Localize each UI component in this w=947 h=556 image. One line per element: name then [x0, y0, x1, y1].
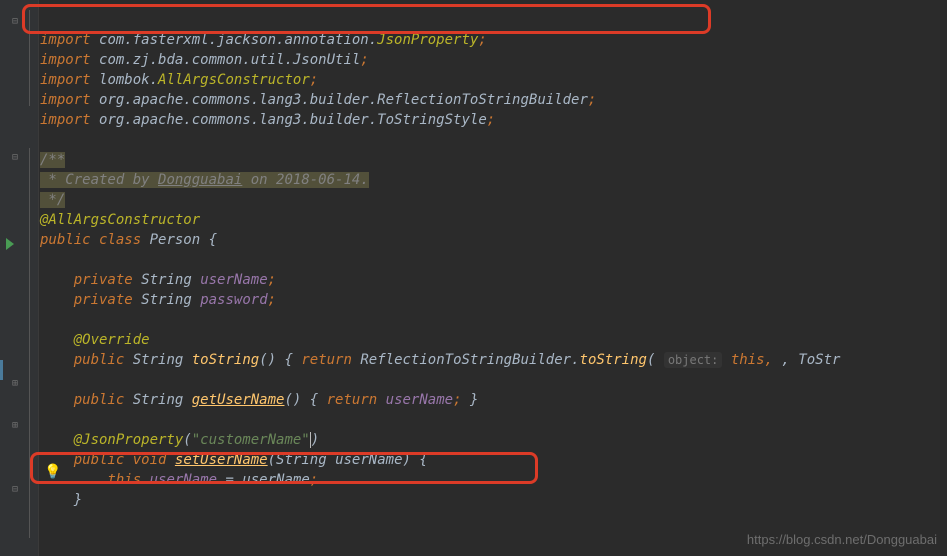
code-editor[interactable]: import com.fasterxml.jackson.annotation.… [40, 10, 840, 510]
package-path: com.zj.bda.common.util.JsonUtil [99, 52, 360, 68]
watermark: https://blog.csdn.net/Dongguabai [747, 530, 937, 550]
fold-toggle-icon[interactable]: ⊟ [12, 12, 18, 32]
fold-toggle-icon[interactable]: ⊟ [12, 148, 18, 168]
annotation: @Override [74, 332, 150, 348]
fold-region[interactable] [29, 10, 30, 106]
method-name: toString [192, 352, 259, 368]
keyword: import [40, 92, 91, 108]
type: String [141, 272, 192, 288]
package-path: lombok. [99, 72, 158, 88]
class-name: Person [150, 232, 201, 248]
class-ref: ReflectionToStringBuilder [377, 92, 588, 108]
package-path: org.apache.commons.lang3.builder. [99, 112, 377, 128]
keyword: import [40, 52, 91, 68]
fold-toggle-icon[interactable]: ⊞ [12, 374, 18, 394]
keyword: import [40, 72, 91, 88]
annotation: @JsonProperty [74, 432, 184, 448]
text-caret [310, 432, 311, 448]
inlay-hint: object: [664, 352, 723, 368]
run-gutter-icon[interactable] [6, 238, 14, 250]
class-ref: AllArgsConstructor [158, 72, 310, 88]
keyword: public class [40, 232, 141, 248]
string-literal: "customerName" [192, 432, 310, 448]
method-name: setUserName [175, 452, 268, 468]
class-ref: ToStringStyle [377, 112, 487, 128]
keyword: private [74, 292, 133, 308]
fold-toggle-icon[interactable]: ⊞ [12, 416, 18, 436]
keyword: import [40, 112, 91, 128]
class-ref: JsonProperty [377, 32, 478, 48]
javadoc: /** * Created by Dongguabai on 2018-06-1… [40, 152, 369, 208]
keyword: import [40, 32, 91, 48]
annotation: @AllArgsConstructor [40, 212, 200, 228]
field-name: userName [200, 272, 267, 288]
type: String [141, 292, 192, 308]
method-name: getUserName [192, 392, 285, 408]
package-path: org.apache.commons.lang3.builder. [99, 92, 377, 108]
field-name: password [200, 292, 267, 308]
fold-region[interactable] [29, 148, 30, 538]
package-path: com.fasterxml.jackson.annotation. [99, 32, 377, 48]
keyword: private [74, 272, 133, 288]
vcs-change-marker[interactable] [0, 360, 3, 380]
editor-gutter[interactable] [0, 0, 39, 556]
fold-toggle-icon[interactable]: ⊟ [12, 480, 18, 500]
